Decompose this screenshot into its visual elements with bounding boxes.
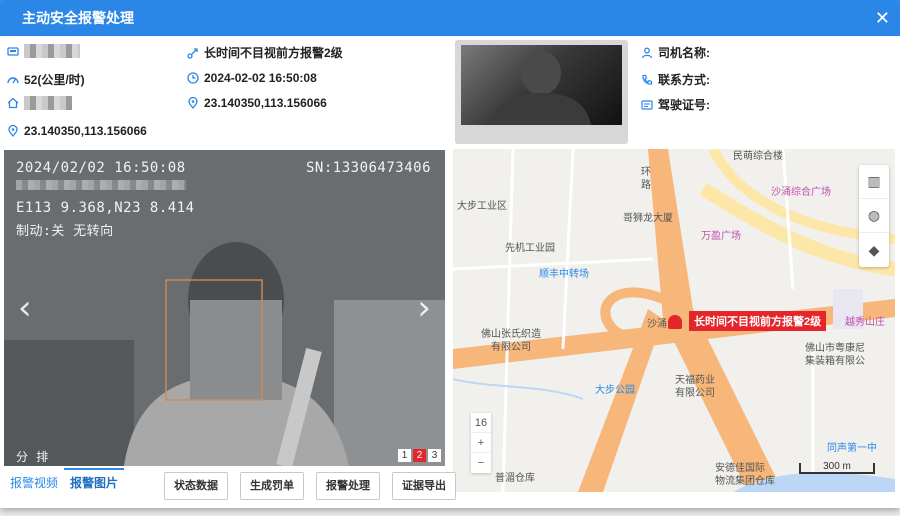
video-coords: E113 9.368,N23 8.414: [16, 200, 195, 216]
time-field: 2024-02-02 16:50:08: [186, 71, 317, 85]
alarm-type-value: 长时间不目视前方报警2级: [204, 46, 343, 60]
map-label-anjie-2: 物流集团仓库: [715, 476, 775, 487]
map-label-geshilong: 哥狮龙大厦: [623, 213, 673, 224]
map-label-yuekang-2: 集装箱有限公: [805, 356, 865, 367]
dialog-titlebar: 主动安全报警处理 ✕: [0, 0, 900, 36]
video-scene: [4, 150, 445, 466]
driver-name-field: 司机名称:: [640, 44, 710, 61]
map-label-xianji: 先机工业园: [505, 243, 555, 254]
map-label-wanying: 万盈广场: [701, 231, 741, 242]
create-ticket-button[interactable]: 生成罚单: [240, 472, 304, 500]
close-icon[interactable]: ✕: [875, 9, 890, 27]
video-bottom-label: 分 排: [16, 450, 49, 464]
video-serial: SN:13306473406: [306, 160, 432, 176]
map-alarm-tag[interactable]: 长时间不目视前方报警2级: [689, 311, 827, 331]
company-field: [6, 96, 72, 110]
alarm-video-frame: 2024/02/02 16:50:08 SN:13306473406 E113 …: [4, 150, 445, 466]
map-scale-bar: 300 m: [799, 462, 875, 474]
media-tabs: 报警视频 报警图片: [4, 468, 125, 498]
contact-label: 联系方式:: [658, 73, 710, 87]
satellite-globe-icon[interactable]: ◍: [859, 199, 889, 233]
location-field-left: 23.140350,113.156066: [6, 124, 147, 138]
tab-alarm-image[interactable]: 报警图片: [64, 468, 125, 498]
dialog-title: 主动安全报警处理: [22, 10, 134, 26]
video-status: 制动:关 无转向: [16, 224, 114, 239]
location-field-right: 23.140350,113.156066: [186, 96, 327, 110]
alarm-map[interactable]: 大步工业区 哥狮龙大厦 先机工业园 顺丰中转场 沙涌综合广场 万盈广场 佛山张氏…: [453, 149, 895, 492]
company-redacted: [24, 96, 72, 110]
driver-snapshot[interactable]: [455, 40, 628, 144]
video-redacted-line: [16, 180, 186, 190]
map-label-tianfu-2: 有限公司: [675, 388, 715, 399]
alarm-marker-icon[interactable]: [668, 315, 682, 329]
license-label: 驾驶证号:: [658, 98, 710, 112]
plate-redacted: [24, 44, 80, 58]
location-value-right: 23.140350,113.156066: [204, 96, 327, 110]
driver-name-label: 司机名称:: [658, 46, 710, 60]
map-label-minmeng: 民萌综合楼: [733, 151, 783, 162]
page-3[interactable]: 3: [428, 449, 441, 462]
map-label-shachong-plaza: 沙涌综合广场: [771, 187, 831, 198]
alarm-type-field: 长时间不目视前方报警2级: [186, 44, 343, 61]
map-label-zhangshi-2: 有限公司: [491, 342, 531, 353]
map-label-shachong: 沙涌: [647, 319, 667, 330]
plate-field: [6, 44, 80, 58]
id-card-icon: [640, 98, 654, 110]
alarm-type-icon: [186, 46, 200, 59]
map-label-shunfeng: 顺丰中转场: [539, 269, 589, 280]
zoom-control: 16 + −: [471, 413, 491, 473]
alarm-dialog: 主动安全报警处理 ✕ 52(公里/时) 23.140350,113.156066…: [0, 0, 900, 508]
3d-cube-icon[interactable]: ◆: [859, 233, 889, 267]
page-2[interactable]: 2: [413, 449, 426, 462]
video-timestamp: 2024/02/02 16:50:08: [16, 160, 186, 176]
prev-image-arrow[interactable]: ‹: [18, 288, 32, 328]
clock-icon: [186, 72, 200, 84]
map-label-tongsheng: 同声第一中: [827, 443, 877, 454]
location-value-left: 23.140350,113.156066: [24, 124, 147, 138]
map-label-dabu-industrial: 大步工业区: [457, 201, 507, 212]
image-pager: 1 2 3: [398, 449, 441, 462]
next-image-arrow[interactable]: ›: [417, 288, 431, 328]
zoom-in-button[interactable]: +: [471, 433, 491, 453]
speed-field: 52(公里/时): [6, 71, 85, 88]
export-evidence-button[interactable]: 证据导出: [392, 472, 456, 500]
zoom-out-button[interactable]: −: [471, 453, 491, 473]
location-pin-icon: [6, 124, 20, 138]
driver-snapshot-image: [461, 45, 622, 125]
speed-icon: [6, 73, 20, 85]
handle-alarm-button[interactable]: 报警处理: [316, 472, 380, 500]
map-label-dabu-park: 大步公园: [595, 385, 635, 396]
map-label-yuexiu: 越秀山庄: [845, 317, 885, 328]
action-buttons: 状态数据 生成罚单 报警处理 证据导出: [164, 472, 456, 500]
vehicle-icon: [6, 45, 20, 57]
alarm-info-panel: 52(公里/时) 23.140350,113.156066 长时间不目视前方报警…: [0, 36, 900, 148]
map-label-huanlu-2: 路: [641, 180, 651, 191]
license-field: 驾驶证号:: [640, 96, 710, 113]
contact-field: 联系方式:: [640, 71, 710, 88]
speed-value: 52(公里/时): [24, 73, 85, 87]
phone-icon: [640, 73, 654, 85]
status-data-button[interactable]: 状态数据: [164, 472, 228, 500]
home-icon: [6, 97, 20, 109]
user-icon: [640, 46, 654, 58]
map-label-puxiang: 普湄仓库: [495, 473, 535, 484]
map-controls: ▥ ◍ ◆: [859, 165, 889, 267]
traffic-light-icon[interactable]: ▥: [859, 165, 889, 199]
tab-alarm-video[interactable]: 报警视频: [4, 468, 64, 498]
page-1[interactable]: 1: [398, 449, 411, 462]
time-value: 2024-02-02 16:50:08: [204, 71, 317, 85]
zoom-level: 16: [471, 413, 491, 433]
location-pin-icon: [186, 96, 200, 110]
